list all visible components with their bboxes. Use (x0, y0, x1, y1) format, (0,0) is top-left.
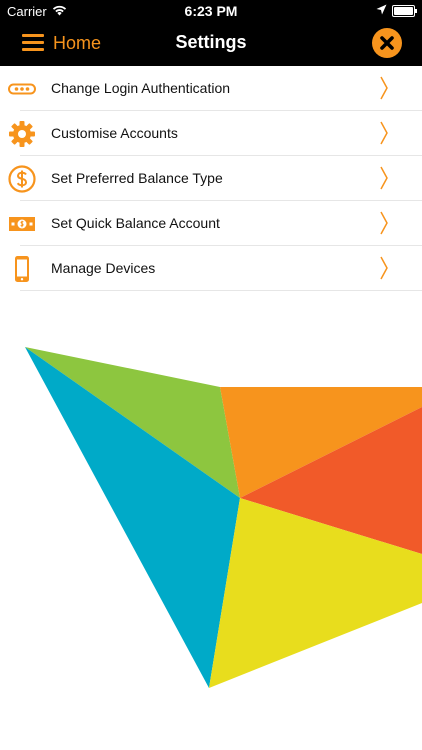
banknote-icon (9, 217, 35, 231)
password-dots-icon (8, 83, 36, 95)
settings-list: Change Login Authentication Customise Ac… (0, 66, 422, 291)
settings-item-change-login-authentication[interactable]: Change Login Authentication (0, 66, 422, 111)
close-button[interactable] (372, 28, 402, 58)
dollar-circle-icon (8, 165, 36, 193)
status-bar: Carrier 6:23 PM (0, 0, 422, 22)
settings-item-customise-accounts[interactable]: Customise Accounts (0, 111, 422, 156)
settings-item-label: Set Quick Balance Account (51, 215, 220, 231)
smartphone-icon (15, 256, 29, 282)
page-title: Settings (175, 32, 247, 52)
settings-item-label: Change Login Authentication (51, 80, 231, 96)
settings-item-label: Set Preferred Balance Type (51, 170, 223, 186)
chevron-right-icon (380, 76, 388, 100)
close-icon (380, 36, 394, 50)
chevron-right-icon (380, 121, 388, 145)
battery-icon (392, 5, 417, 17)
nav-bar: Home Settings (0, 22, 422, 66)
settings-item-set-quick-balance-account[interactable]: Set Quick Balance Account (0, 201, 422, 246)
settings-item-manage-devices[interactable]: Manage Devices (0, 246, 422, 291)
brand-graphic (25, 347, 422, 688)
settings-item-label: Manage Devices (51, 260, 156, 276)
chevron-right-icon (380, 256, 388, 280)
status-time: 6:23 PM (184, 3, 238, 19)
chevron-right-icon (380, 211, 388, 235)
gear-icon (9, 121, 35, 147)
location-arrow-icon (376, 4, 387, 15)
settings-item-set-preferred-balance-type[interactable]: Set Preferred Balance Type (0, 156, 422, 201)
settings-item-label: Customise Accounts (51, 125, 178, 141)
chevron-right-icon (380, 166, 388, 190)
